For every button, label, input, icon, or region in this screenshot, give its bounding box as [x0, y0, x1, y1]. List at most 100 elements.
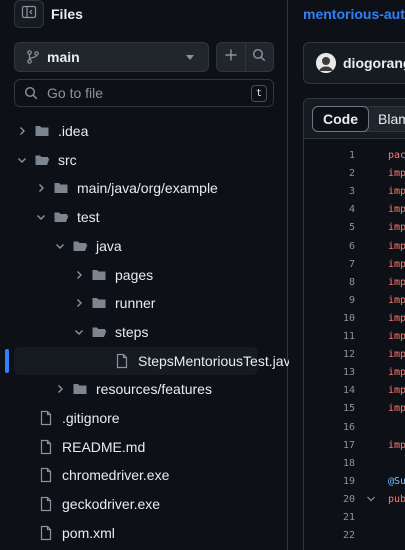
code-line: 14 imp: [304, 382, 405, 400]
chevron-down-icon[interactable]: [52, 238, 68, 254]
line-number[interactable]: 22: [343, 530, 355, 541]
line-number[interactable]: 14: [343, 385, 355, 396]
code-line: 22: [304, 527, 405, 545]
line-number[interactable]: 18: [343, 458, 355, 469]
chevron-down-icon[interactable]: [33, 209, 49, 225]
chevron-down-icon[interactable]: [14, 152, 30, 168]
go-to-file-search[interactable]: t: [14, 79, 274, 107]
code-text: imp: [388, 240, 405, 252]
tree-folder-item[interactable]: test: [14, 203, 258, 231]
fold-chevron-icon[interactable]: [366, 494, 376, 504]
tree-folder-item[interactable]: src: [14, 146, 258, 174]
chevron-down-icon[interactable]: [71, 324, 87, 340]
code-line: 10 imp: [304, 310, 405, 328]
branch-name: main: [47, 49, 80, 65]
collapse-sidebar-button[interactable]: [14, 0, 44, 28]
code-line: 11 imp: [304, 328, 405, 346]
file-icon: [38, 496, 54, 512]
tree-file-item[interactable]: StepsMentoriousTest.java: [14, 346, 298, 375]
line-number[interactable]: 13: [343, 367, 355, 378]
selected-indicator: [5, 348, 9, 373]
view-mode-toggle: Code Blam: [312, 106, 405, 132]
line-number[interactable]: 2: [349, 168, 355, 179]
line-number[interactable]: 5: [349, 222, 355, 233]
chevron-right-icon[interactable]: [71, 295, 87, 311]
line-number[interactable]: 19: [343, 476, 355, 487]
commit-author-link[interactable]: diogorange: [343, 55, 405, 71]
code-viewer: Code Blam 1 pac 2 imp 3 imp 4 imp 5 imp 6 imp 7 imp 8 i…: [303, 98, 405, 550]
code-line: 5 imp: [304, 219, 405, 237]
tree-folder-item[interactable]: .idea: [14, 117, 258, 145]
sidebar-title: Files: [51, 6, 83, 22]
code-text: imp: [388, 186, 405, 198]
code-text: imp: [388, 258, 405, 270]
line-number[interactable]: 17: [343, 440, 355, 451]
tree-file-item[interactable]: .gitignore: [14, 404, 258, 432]
line-number[interactable]: 10: [343, 313, 355, 324]
tree-file-item[interactable]: chromedriver.exe: [14, 461, 258, 489]
code-line: 18: [304, 455, 405, 473]
code-line: 6 imp: [304, 238, 405, 256]
code-line: 8 imp: [304, 274, 405, 292]
code-line: 3 imp: [304, 183, 405, 201]
repo-breadcrumb-link[interactable]: mentorious-aut: [303, 6, 405, 22]
code-text: pac: [388, 150, 405, 161]
folder-open-icon: [53, 209, 69, 225]
tree-item-label: main/java/org/example: [77, 180, 218, 197]
line-number[interactable]: 6: [349, 241, 355, 252]
code-text: imp: [388, 204, 405, 216]
sidebar-header: Files: [0, 0, 288, 30]
line-number[interactable]: 12: [343, 349, 355, 360]
tree-folder-item[interactable]: steps: [14, 318, 258, 346]
code-line: 7 imp: [304, 256, 405, 274]
folder-icon: [91, 295, 107, 311]
line-number[interactable]: 8: [349, 277, 355, 288]
code-text: imp: [388, 349, 405, 361]
go-to-file-input[interactable]: [47, 85, 237, 101]
chevron-right-icon[interactable]: [33, 180, 49, 196]
add-file-button[interactable]: [217, 43, 245, 71]
code-view-tabs: Code Blam: [304, 99, 405, 139]
line-number[interactable]: 15: [343, 403, 355, 414]
code-line: 16: [304, 419, 405, 437]
sidebar-collapse-icon: [21, 4, 37, 25]
branch-selector-button[interactable]: main: [14, 42, 209, 72]
line-number[interactable]: 9: [349, 295, 355, 306]
tree-folder-item[interactable]: pages: [14, 261, 258, 289]
file-viewer: mentorious-aut diogorange Code Blam 1 pac…: [289, 0, 405, 550]
code-line: 2 imp: [304, 165, 405, 183]
chevron-right-icon[interactable]: [14, 123, 30, 139]
code-line: 17 imp: [304, 437, 405, 455]
chevron-right-icon[interactable]: [52, 381, 68, 397]
code-line: 15 imp: [304, 400, 405, 418]
code-line: 9 imp: [304, 292, 405, 310]
line-number[interactable]: 11: [343, 331, 355, 342]
code-text: pub: [388, 493, 405, 505]
line-number[interactable]: 1: [349, 150, 355, 161]
git-branch-icon: [25, 49, 41, 65]
tree-file-item[interactable]: README.md: [14, 433, 258, 461]
line-number[interactable]: 7: [349, 259, 355, 270]
tree-folder-item[interactable]: resources/features: [14, 375, 258, 403]
tree-folder-item[interactable]: main/java/org/example: [14, 174, 258, 202]
line-number[interactable]: 20: [343, 494, 355, 505]
line-number[interactable]: 3: [349, 186, 355, 197]
chevron-right-icon[interactable]: [71, 267, 87, 283]
tab-code[interactable]: Code: [312, 106, 369, 132]
line-number[interactable]: 16: [343, 422, 355, 433]
tree-folder-item[interactable]: runner: [14, 289, 258, 317]
code-line: 19 @Su: [304, 473, 405, 491]
tree-file-item[interactable]: pom.xml: [14, 519, 258, 547]
search-code-button[interactable]: [244, 43, 273, 71]
tab-blame[interactable]: Blam: [368, 107, 405, 131]
code-line: 21: [304, 509, 405, 527]
avatar[interactable]: [316, 53, 336, 73]
plus-icon: [224, 48, 238, 67]
code-text: imp: [388, 312, 405, 324]
tree-folder-item[interactable]: java: [14, 232, 258, 260]
search-icon: [252, 48, 266, 67]
tree-item-label: .idea: [58, 123, 89, 139]
line-number[interactable]: 21: [343, 512, 355, 523]
tree-file-item[interactable]: geckodriver.exe: [14, 490, 258, 518]
line-number[interactable]: 4: [349, 204, 355, 215]
